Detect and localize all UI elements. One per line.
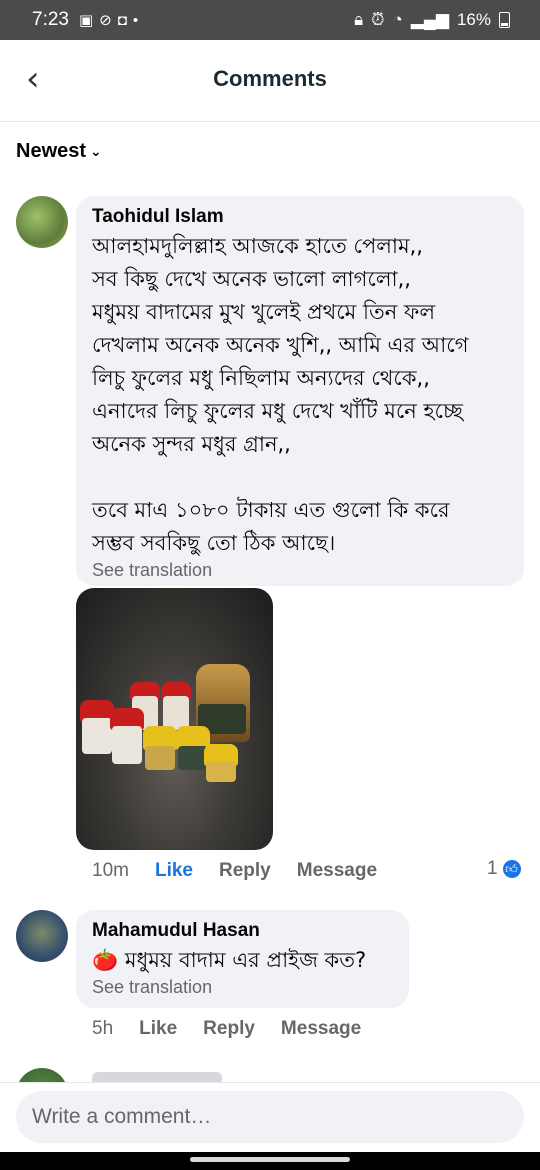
notification-icon: ◘ — [117, 11, 127, 29]
status-time: 7:23 — [32, 9, 69, 30]
comment-time: 5h — [92, 1018, 114, 1039]
status-bar: 7:23 ▣ ⊘ ◘ • 🔒︎ ⏰︎ ◔ ▂▄▆ 16% — [0, 0, 540, 40]
comment-input[interactable]: Write a comment… — [16, 1091, 524, 1143]
screenshot-icon: ▣ — [78, 12, 94, 29]
battery-icon — [499, 12, 510, 28]
see-translation-link[interactable]: See translation — [92, 977, 393, 998]
comment-author[interactable]: Mahamudul Hasan — [92, 920, 393, 942]
alarm-icon: ⏰︎ — [371, 10, 385, 29]
battery-percent: 16% — [456, 10, 491, 29]
like-button[interactable]: Like — [139, 1018, 177, 1040]
comment-bubble[interactable]: Mahamudul Hasan 🍅 মধুময় বাদাম এর প্রাইজ… — [76, 910, 409, 1008]
dot-icon: • — [132, 11, 139, 29]
system-nav-bar — [0, 1152, 540, 1170]
lock-icon: 🔒︎ — [354, 10, 364, 29]
comment-actions: 5h Like Reply Message — [92, 1018, 387, 1040]
page-title: Comments — [213, 66, 327, 91]
sort-dropdown[interactable]: Newest ⌄ — [16, 140, 102, 163]
jar — [82, 718, 112, 754]
see-translation-link[interactable]: See translation — [92, 560, 508, 581]
jar — [206, 762, 236, 782]
comment-composer-bar: Write a comment… — [0, 1082, 540, 1152]
signal-icon: ▂▄▆ — [410, 10, 449, 29]
blocked-icon: ⊘ — [99, 12, 112, 29]
message-button[interactable]: Message — [297, 860, 377, 882]
wifi-icon: ◔ — [392, 10, 403, 29]
comment-author[interactable]: Taohidul Islam — [92, 206, 508, 228]
status-right: 🔒︎ ⏰︎ ◔ ▂▄▆ 16% — [354, 10, 510, 30]
avatar[interactable] — [16, 196, 68, 248]
message-button[interactable]: Message — [281, 1018, 361, 1040]
comment-text: 🍅 মধুময় বাদাম এর প্রাইজ কত? — [92, 948, 367, 972]
avatar[interactable] — [16, 910, 68, 962]
jar — [145, 746, 175, 770]
reaction-count-value: 1 — [487, 858, 498, 879]
comment-photo[interactable] — [76, 588, 273, 850]
like-button[interactable]: Like — [155, 860, 193, 882]
home-indicator[interactable] — [190, 1157, 350, 1162]
reply-button[interactable]: Reply — [219, 860, 271, 882]
comments-header: ‹ Comments — [0, 40, 540, 122]
comment-bubble[interactable]: Taohidul Islam আলহামদুলিল্লাহ আজকে হাতে … — [76, 196, 524, 586]
sort-label: Newest — [16, 140, 87, 162]
chevron-down-icon: ⌄ — [90, 143, 102, 160]
comment-actions: 10m Like Reply Message — [92, 860, 403, 882]
like-icon: 👍︎ — [500, 858, 523, 880]
reply-button[interactable]: Reply — [203, 1018, 255, 1040]
comment-text: আলহামদুলিল্লাহ আজকে হাতে পেলাম,, সব কিছু… — [92, 234, 469, 555]
comment-time: 10m — [92, 860, 129, 881]
jar — [112, 726, 142, 764]
jar — [163, 696, 189, 730]
reaction-count[interactable]: 1 👍︎ — [487, 858, 523, 880]
